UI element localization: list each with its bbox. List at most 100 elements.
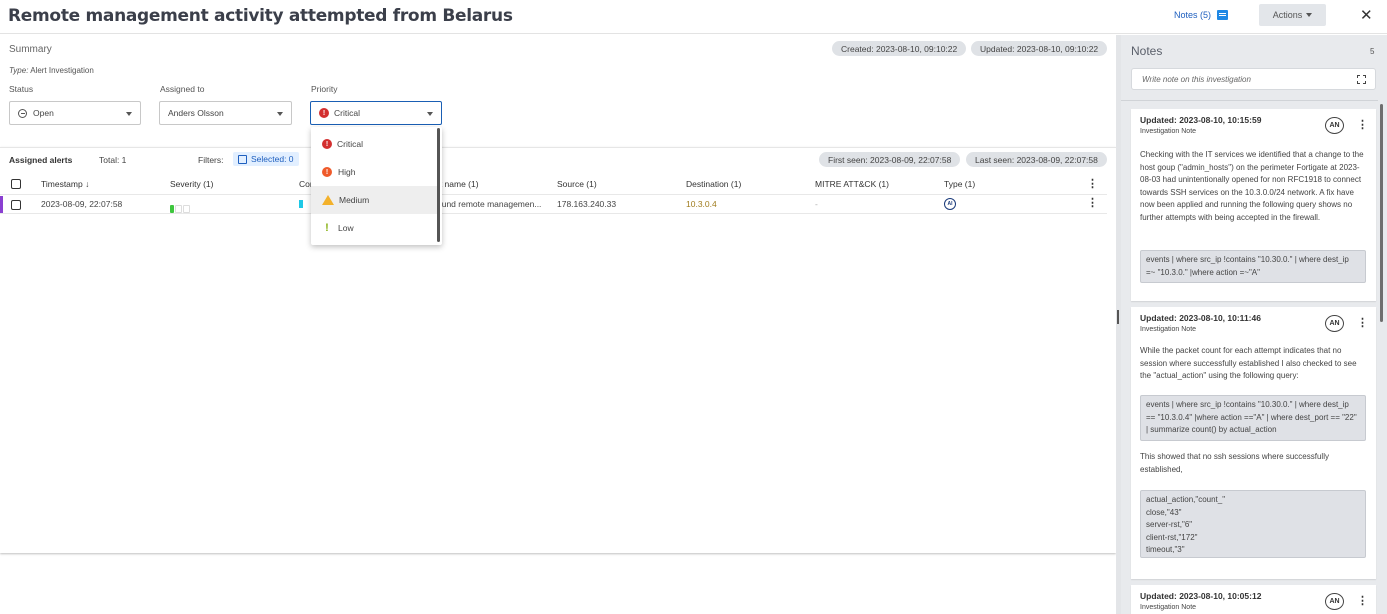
status-select[interactable]: Open [9, 101, 141, 125]
type-prefix: Type: [9, 66, 29, 75]
col-timestamp[interactable]: Timestamp ↓ [41, 179, 89, 189]
note-code: events | where src_ip !contains "10.30.0… [1140, 250, 1366, 283]
table-divider [0, 213, 1107, 214]
notes-link[interactable]: Notes (5) [1174, 10, 1229, 20]
notes-scrollbar[interactable] [1380, 104, 1383, 322]
avatar: AN [1325, 117, 1344, 134]
resize-handle[interactable] [1117, 310, 1119, 324]
note-menu-icon[interactable]: ⋮ [1357, 120, 1368, 131]
page-title: Remote management activity attempted fro… [8, 6, 513, 26]
notes-panel-title: Notes [1131, 44, 1163, 58]
dropdown-scrollbar[interactable] [437, 128, 440, 242]
note-kind: Investigation Note [1140, 128, 1197, 135]
assignee-select[interactable]: Anders Olsson [159, 101, 292, 125]
notes-divider [1121, 100, 1378, 101]
col-alert-name[interactable]: rt name (1) [437, 179, 479, 189]
table-divider [0, 194, 1107, 195]
confidence-indicator [299, 200, 303, 208]
actions-button[interactable]: Actions [1259, 4, 1326, 26]
col-type[interactable]: Type (1) [944, 179, 975, 189]
last-seen-badge: Last seen: 2023-08-09, 22:07:58 [966, 152, 1107, 167]
row-timestamp: 2023-08-09, 22:07:58 [41, 199, 123, 209]
critical-icon: ! [322, 139, 332, 149]
priority-option-label: Low [338, 223, 354, 233]
warning-icon [322, 195, 334, 205]
note-text: Checking with the IT services we identif… [1140, 150, 1364, 222]
severity-segment [175, 205, 182, 213]
assigned-alerts-title: Assigned alerts [9, 155, 73, 165]
selected-chip-label: Selected: 0 [251, 154, 294, 164]
critical-icon: ! [319, 108, 329, 118]
row-menu-icon[interactable]: ⋮ [1087, 198, 1098, 209]
avatar: AN [1325, 593, 1344, 610]
chevron-down-icon [277, 112, 283, 116]
note-card: Updated: 2023-08-10, 10:15:59 Investigat… [1131, 109, 1376, 301]
checkbox-icon [238, 154, 247, 164]
type-line: Type: Alert Investigation [9, 66, 94, 75]
first-seen-badge: First seen: 2023-08-09, 22:07:58 [819, 152, 961, 167]
priority-option-medium[interactable]: Medium [311, 186, 437, 214]
row-alert-name[interactable]: ound remote managemen... [437, 199, 541, 209]
priority-label: Priority [311, 84, 338, 94]
note-updated: Updated: 2023-08-10, 10:05:12 [1140, 591, 1262, 601]
priority-value: Critical [334, 108, 360, 118]
actions-label: Actions [1272, 10, 1303, 20]
col-mitre[interactable]: MITRE ATT&CK (1) [815, 179, 889, 189]
note-menu-icon[interactable]: ⋮ [1357, 596, 1368, 607]
selected-filter-chip[interactable]: Selected: 0 [233, 152, 299, 166]
columns-menu-icon[interactable]: ⋮ [1087, 179, 1098, 190]
note-input[interactable]: Write note on this investigation [1131, 68, 1376, 90]
priority-option-label: High [338, 167, 356, 177]
chevron-down-icon [126, 112, 132, 116]
note-text: While the packet count for each attempt … [1140, 346, 1357, 380]
select-all-checkbox[interactable] [11, 179, 21, 189]
note-text-2: This showed that no ssh sessions where s… [1140, 452, 1329, 474]
severity-segment [183, 205, 190, 213]
note-code-2: actual_action,"count_" close,"43" server… [1140, 490, 1366, 558]
type-value: Alert Investigation [30, 66, 94, 75]
severity-indicator [170, 200, 193, 213]
avatar: AN [1325, 315, 1344, 332]
priority-option-low[interactable]: ! Low [311, 214, 437, 242]
note-kind: Investigation Note [1140, 604, 1197, 611]
priority-option-high[interactable]: ! High [311, 158, 437, 186]
col-destination[interactable]: Destination (1) [686, 179, 741, 189]
assignee-value: Anders Olsson [168, 108, 224, 118]
status-value: Open [33, 108, 54, 118]
filters-label: Filters: [198, 155, 224, 165]
alerts-total: Total: 1 [99, 155, 127, 165]
chat-icon [1217, 10, 1229, 20]
priority-option-label: Critical [337, 139, 363, 149]
note-kind: Investigation Note [1140, 326, 1197, 333]
note-input-placeholder: Write note on this investigation [1142, 74, 1251, 84]
notes-count: 5 [1370, 47, 1375, 56]
top-bar: Remote management activity attempted fro… [0, 0, 1387, 34]
summary-heading: Summary [9, 44, 52, 55]
close-icon[interactable]: ✕ [1360, 6, 1373, 24]
row-destination[interactable]: 10.3.0.4 [686, 199, 717, 209]
col-severity[interactable]: Severity (1) [170, 179, 213, 189]
investigation-view: Remote management activity attempted fro… [0, 0, 1387, 614]
row-checkbox[interactable] [11, 200, 21, 210]
row-source: 178.163.240.33 [557, 199, 617, 209]
priority-option-critical[interactable]: ! Critical [311, 130, 437, 158]
assigned-label: Assigned to [160, 84, 205, 94]
note-card: Updated: 2023-08-10, 10:11:46 Investigat… [1131, 307, 1376, 579]
created-badge: Created: 2023-08-10, 09:10:22 [832, 41, 967, 56]
note-menu-icon[interactable]: ⋮ [1357, 318, 1368, 329]
col-source[interactable]: Source (1) [557, 179, 597, 189]
note-updated: Updated: 2023-08-10, 10:11:46 [1140, 313, 1261, 323]
note-code: events | where src_ip !contains "10.30.0… [1140, 395, 1366, 441]
expand-icon[interactable] [1357, 75, 1366, 84]
priority-dropdown: ! Critical ! High Medium ! Low [311, 127, 442, 245]
row-accent [0, 196, 3, 213]
chevron-down-icon [427, 112, 433, 116]
status-label: Status [9, 84, 34, 94]
priority-option-label: Medium [339, 195, 370, 205]
notes-link-label: Notes (5) [1174, 10, 1212, 20]
priority-select[interactable]: ! Critical [310, 101, 442, 125]
note-updated: Updated: 2023-08-10, 10:15:59 [1140, 115, 1262, 125]
note-card: Updated: 2023-08-10, 10:05:12 Investigat… [1131, 585, 1376, 614]
row-mitre: - [815, 199, 818, 209]
severity-segment [170, 205, 174, 213]
